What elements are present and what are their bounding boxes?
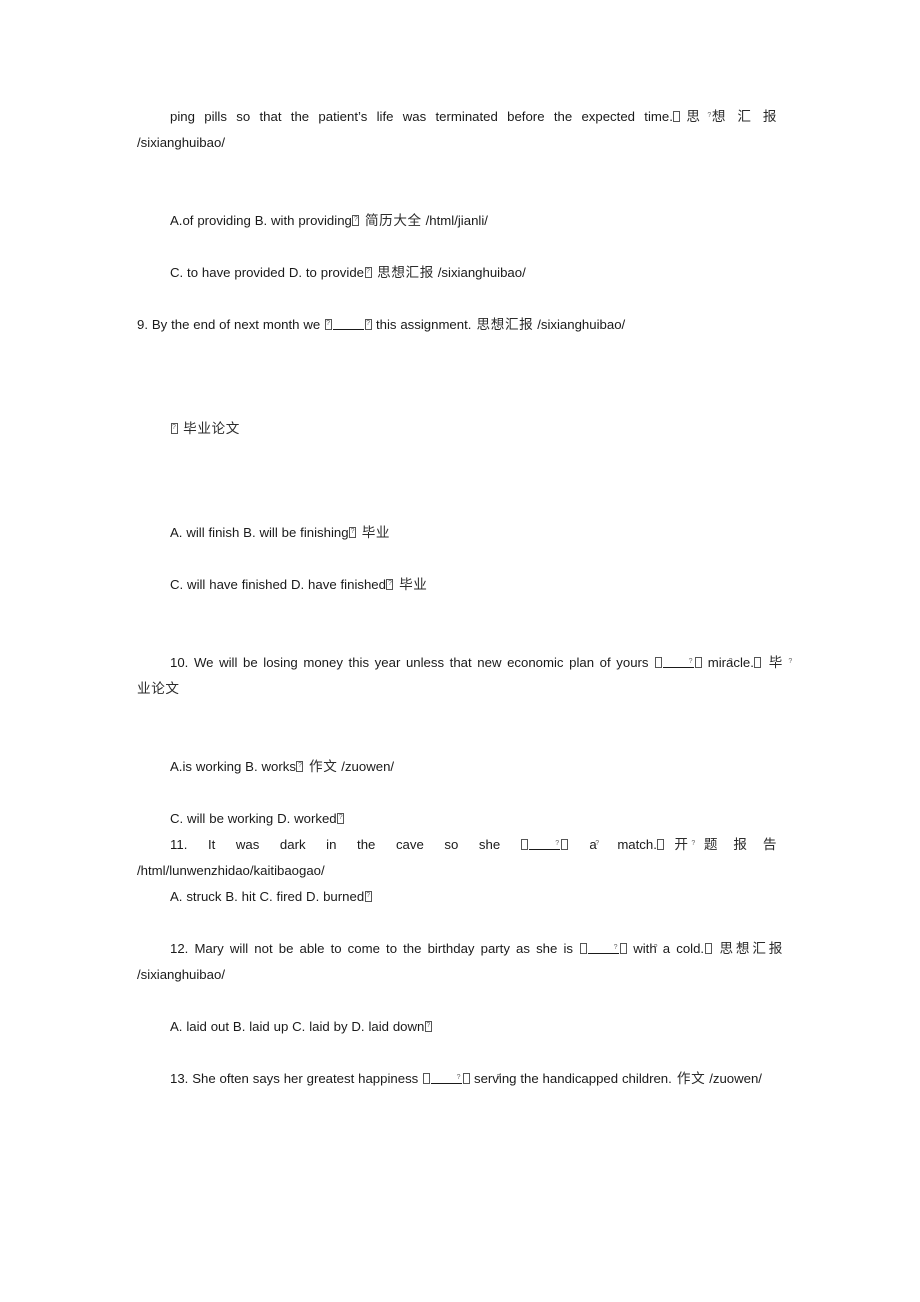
fill-in-blank: [521, 837, 569, 852]
missing-glyph-box-icon: [349, 526, 357, 538]
question-9: 9. By the end of next month we this assi…: [137, 312, 783, 338]
body-text: /sixianghuibao/: [533, 317, 626, 332]
fill-in-blank: [579, 941, 627, 956]
missing-glyph-box-icon: [704, 942, 712, 954]
answer-options-line: A. laid out B. laid up C. laid by D. lai…: [137, 1014, 783, 1040]
body-text: a match.: [568, 837, 657, 852]
document-page: ping pills so that the patient’s life wa…: [0, 0, 920, 1302]
missing-glyph-box-icon: [386, 578, 394, 590]
blank-underline: [332, 318, 364, 330]
question-13: 13. She often says her greatest happines…: [137, 1066, 783, 1092]
body-text: 13. She often says her greatest happines…: [170, 1071, 423, 1086]
missing-glyph-box-icon: [352, 214, 360, 226]
body-text: /zuowen/: [337, 759, 395, 774]
body-text: 12. Mary will not be able to come to the…: [170, 941, 580, 956]
answer-options-line: C. will have finished D. have finished 毕…: [137, 572, 783, 598]
fill-in-blank: [422, 1071, 470, 1086]
body-text: C. to have provided D. to provide: [170, 265, 364, 280]
answer-options-line: C. to have provided D. to provide 思想汇报 /…: [137, 260, 783, 286]
body-text: 10. We will be losing money this year un…: [170, 655, 655, 670]
missing-glyph-box-icon: [654, 656, 662, 668]
missing-glyph-box-icon: [673, 110, 681, 122]
missing-glyph-box-icon: [170, 422, 178, 434]
body-text: /zuowen/: [705, 1071, 762, 1086]
cjk-watermark-text: 开题报告: [664, 837, 784, 853]
missing-glyph-box-icon: [619, 942, 627, 954]
continued-sentence-line: ping pills so that the patient’s life wa…: [137, 104, 783, 156]
body-text: /sixianghuibao/: [433, 265, 526, 280]
question-12: 12. Mary will not be able to come to the…: [137, 936, 783, 988]
missing-glyph-box-icon: [422, 1072, 430, 1084]
question-10: 10. We will be losing money this year un…: [137, 650, 783, 702]
missing-glyph-box-icon: [521, 838, 529, 850]
document-text-column: ping pills so that the patient’s life wa…: [137, 104, 783, 1092]
answer-options-line: A. struck B. hit C. fired D. burned: [137, 884, 783, 910]
missing-glyph-box-icon: [296, 760, 304, 772]
body-text: C. will be working D. worked: [170, 811, 337, 826]
cjk-watermark-text: 思想汇报: [712, 941, 783, 957]
watermark-line: 毕业论文: [137, 416, 783, 442]
missing-glyph-box-icon: [754, 656, 762, 668]
cjk-watermark-text: 思想汇报: [471, 317, 534, 333]
missing-glyph-box-icon: [364, 318, 372, 330]
body-text: /html/lunwenzhidao/kaitibaogao/: [137, 863, 325, 878]
cjk-watermark-text: 毕业: [393, 577, 428, 593]
missing-glyph-box-icon: [579, 942, 587, 954]
body-text: /html/jianli/: [421, 213, 488, 228]
missing-glyph-box-icon: [337, 812, 345, 824]
cjk-watermark-text: 思想汇报: [680, 109, 784, 125]
missing-glyph-box-icon: [561, 838, 569, 850]
cjk-watermark-text: 简历大全: [359, 213, 422, 229]
body-text: C. will have finished D. have finished: [170, 577, 386, 592]
missing-glyph-box-icon: [462, 1072, 470, 1084]
body-text: A.of providing B. with providing: [170, 213, 352, 228]
missing-glyph-box-icon: [694, 656, 702, 668]
body-text: /sixianghuibao/: [137, 135, 225, 150]
missing-glyph-box-icon: [364, 266, 372, 278]
cjk-watermark-text: 作文: [671, 1071, 706, 1087]
answer-options-line: A.of providing B. with providing 简历大全 /h…: [137, 208, 783, 234]
body-text: /sixianghuibao/: [137, 967, 225, 982]
answer-options-line: A.is working B. works 作文 /zuowen/: [137, 754, 783, 780]
body-text: 9. By the end of next month we: [137, 317, 325, 332]
body-text: 11. It was dark in the cave so she: [170, 837, 521, 852]
cjk-watermark-text: 作文: [303, 759, 338, 775]
body-text: ping pills so that the patient’s life wa…: [170, 109, 673, 124]
cjk-watermark-text: 毕业论文: [178, 421, 240, 437]
answer-options-line: A. will finish B. will be finishing 毕业: [137, 520, 783, 546]
question-11: 11. It was dark in the cave so she a mat…: [137, 832, 783, 884]
fill-in-blank: [324, 317, 372, 332]
answer-options-line: C. will be working D. worked: [137, 806, 783, 832]
body-text: this assignment.: [372, 317, 472, 332]
body-text: A. laid out B. laid up C. laid by D. lai…: [170, 1019, 425, 1034]
missing-glyph-box-icon: [424, 1020, 432, 1032]
missing-glyph-box-icon: [364, 890, 372, 902]
missing-glyph-box-icon: [324, 318, 332, 330]
cjk-watermark-text: 思想汇报: [372, 265, 434, 281]
body-text: with a cold.: [627, 941, 705, 956]
body-text: A. will finish B. will be finishing: [170, 525, 349, 540]
body-text: A. struck B. hit C. fired D. burned: [170, 889, 365, 904]
missing-glyph-box-icon: [657, 838, 665, 850]
body-text: A.is working B. works: [170, 759, 296, 774]
cjk-watermark-text: 毕业: [356, 525, 391, 541]
fill-in-blank: [654, 655, 702, 670]
